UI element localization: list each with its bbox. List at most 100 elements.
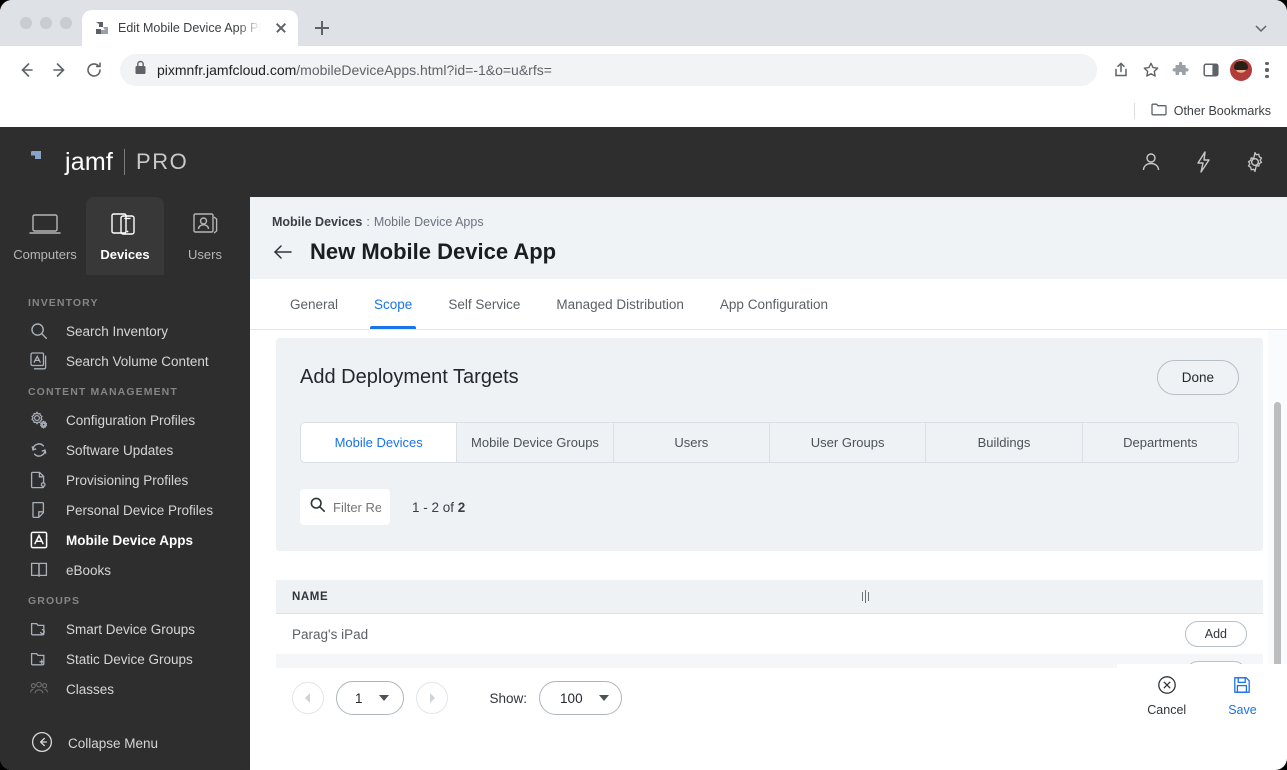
page-size-select[interactable]: 100 (539, 681, 622, 715)
result-count: 1 - 2 of 2 (412, 500, 465, 515)
profile-avatar[interactable] (1227, 56, 1255, 84)
previous-page-button[interactable] (292, 682, 324, 714)
document-gear-icon (28, 469, 50, 491)
search-input[interactable] (333, 499, 381, 515)
save-button[interactable]: Save (1228, 675, 1257, 717)
tab-label: General (290, 296, 339, 312)
segment-buildings[interactable]: Buildings (926, 423, 1083, 462)
window-traffic-lights (12, 0, 82, 46)
sidebar-section-groups: GROUPS (28, 595, 81, 607)
account-icon[interactable] (1139, 150, 1163, 174)
result-count-prefix: 1 - 2 of (412, 499, 458, 515)
browser-tab-title: Edit Mobile Device App PIXM M (118, 21, 264, 35)
address-bar[interactable]: pixmnfr.jamfcloud.com/mobileDeviceApps.h… (120, 54, 1097, 86)
panel-title: Add Deployment Targets (300, 366, 519, 388)
breadcrumb-separator: : (366, 215, 370, 229)
breadcrumb-current[interactable]: Mobile Device Apps (374, 215, 484, 229)
column-resize-handle[interactable] (862, 590, 869, 603)
sidebar-item-label: Search Inventory (66, 323, 169, 339)
mode-tab-users[interactable]: Users (166, 197, 244, 275)
minimize-window-button[interactable] (40, 17, 52, 29)
tab-self-service[interactable]: Self Service (430, 279, 538, 329)
done-button[interactable]: Done (1156, 360, 1239, 395)
tab-app-configuration[interactable]: App Configuration (702, 279, 846, 329)
close-window-button[interactable] (20, 17, 32, 29)
mode-tab-label: Devices (100, 246, 150, 262)
sidebar-item-search-volume-content[interactable]: Search Volume Content (0, 346, 250, 376)
segment-users[interactable]: Users (614, 423, 770, 462)
other-bookmarks-button[interactable]: Other Bookmarks (1151, 102, 1271, 119)
sidebar-item-static-device-groups[interactable]: Static Device Groups (0, 644, 250, 674)
share-icon[interactable] (1107, 56, 1135, 84)
collapse-menu-button[interactable]: Collapse Menu (0, 716, 250, 770)
add-button[interactable]: Add (1184, 621, 1247, 647)
maximize-window-button[interactable] (60, 17, 72, 29)
sidebar-item-label: Configuration Profiles (66, 412, 196, 428)
main-content: Mobile Devices: Mobile Device Apps New Mo… (250, 197, 1287, 770)
filter-search-box[interactable] (300, 489, 390, 525)
browser-tab[interactable]: Edit Mobile Device App PIXM M (82, 10, 298, 46)
sidebar-section-content-management: CONTENT MANAGEMENT (28, 386, 178, 398)
mode-tabs: Computers Devices Users (0, 197, 250, 275)
chevron-down-icon (598, 695, 609, 701)
sidebar-item-ebooks[interactable]: eBooks (0, 555, 250, 585)
chevron-down-icon (378, 695, 389, 701)
gears-icon (28, 409, 50, 431)
chevron-down-icon[interactable] (1253, 20, 1269, 36)
three-dot-menu-icon[interactable] (1257, 59, 1277, 81)
sidebar-item-classes[interactable]: Classes (0, 674, 250, 704)
sidebar-nav: INVENTORY Search Inventory Search Volume… (0, 275, 250, 704)
target-type-segmented-control: Mobile Devices Mobile Device Groups User… (300, 422, 1239, 463)
lightning-bolt-icon[interactable] (1191, 150, 1215, 174)
sidebar-item-provisioning-profiles[interactable]: Provisioning Profiles (0, 465, 250, 495)
tab-scope[interactable]: Scope (356, 279, 430, 329)
add-deployment-targets-panel: Add Deployment Targets Done Mobile Devic… (276, 338, 1263, 551)
jamf-logo[interactable]: jamf PRO (28, 148, 188, 177)
page-number-select[interactable]: 1 (336, 681, 404, 715)
browser-tabstrip: Edit Mobile Device App PIXM M (0, 0, 1287, 46)
segment-user-groups[interactable]: User Groups (770, 423, 927, 462)
forward-arrow-icon[interactable] (44, 54, 76, 86)
breadcrumb-root[interactable]: Mobile Devices (272, 215, 362, 229)
close-icon[interactable] (272, 19, 290, 37)
puzzle-icon[interactable] (1167, 56, 1195, 84)
sidebar-item-mobile-device-apps[interactable]: Mobile Device Apps (0, 525, 250, 555)
mode-tab-computers[interactable]: Computers (6, 197, 84, 275)
star-icon[interactable] (1137, 56, 1165, 84)
tab-managed-distribution[interactable]: Managed Distribution (538, 279, 702, 329)
lock-icon (134, 60, 147, 80)
side-panel-icon[interactable] (1197, 56, 1225, 84)
app-body: Computers Devices Users INVENTORY Search… (0, 197, 1287, 770)
sidebar-item-label: Search Volume Content (66, 353, 209, 369)
sidebar-item-search-inventory[interactable]: Search Inventory (0, 316, 250, 346)
back-arrow-icon[interactable] (10, 54, 42, 86)
book-icon (28, 559, 50, 581)
segment-mobile-device-groups[interactable]: Mobile Device Groups (457, 423, 614, 462)
next-page-button[interactable] (415, 682, 448, 714)
mode-tab-devices[interactable]: Devices (86, 197, 164, 275)
tab-label: Self Service (448, 296, 521, 312)
column-header-name[interactable]: NAME (292, 591, 328, 603)
scrollbar-thumb[interactable] (1274, 402, 1281, 687)
cancel-button[interactable]: Cancel (1147, 675, 1186, 717)
filter-row: 1 - 2 of 2 (300, 489, 1239, 525)
sidebar-item-configuration-profiles[interactable]: Configuration Profiles (0, 405, 250, 435)
jamf-logo-icon (28, 149, 54, 175)
segment-mobile-devices[interactable]: Mobile Devices (301, 423, 458, 462)
table-row[interactable]: Parag's iPad Add (276, 614, 1263, 654)
tab-general[interactable]: General (272, 279, 356, 329)
url-host: pixmnfr.jamfcloud.com (157, 62, 297, 78)
back-arrow-icon[interactable] (272, 241, 294, 263)
device-name: Parag's iPad (292, 626, 369, 642)
sidebar-item-smart-device-groups[interactable]: Smart Device Groups (0, 614, 250, 644)
gear-icon[interactable] (1243, 150, 1267, 174)
new-tab-button[interactable] (308, 14, 336, 42)
reload-icon[interactable] (78, 54, 110, 86)
page-tabs: General Scope Self Service Managed Distr… (250, 279, 1287, 330)
segment-departments[interactable]: Departments (1083, 423, 1238, 462)
sidebar-item-software-updates[interactable]: Software Updates (0, 435, 250, 465)
folder-plus-icon (28, 648, 50, 670)
sidebar-item-personal-device-profiles[interactable]: Personal Device Profiles (0, 495, 250, 525)
sidebar-item-label: Smart Device Groups (66, 621, 196, 637)
save-label: Save (1228, 703, 1257, 717)
